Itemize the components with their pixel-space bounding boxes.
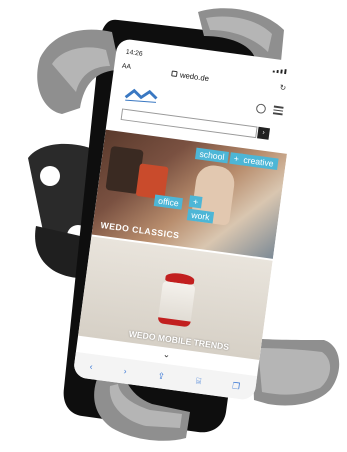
bag-image	[135, 163, 169, 200]
hero-caption: WEDO CLASSICS	[100, 220, 181, 241]
tag-work: work	[186, 208, 215, 224]
tag-creative: creative	[238, 153, 279, 170]
status-time: 14:26	[125, 48, 143, 58]
menu-icon[interactable]	[272, 105, 284, 117]
hero2-caption: WEDO MOBILE TRENDS	[128, 328, 230, 352]
share-icon[interactable]: ⇪	[157, 370, 165, 381]
forward-icon[interactable]: ›	[123, 366, 127, 376]
signal-icon	[272, 68, 287, 75]
search-submit-button[interactable]: ›	[257, 126, 271, 140]
text-size-button[interactable]: AA	[122, 63, 132, 71]
wedo-logo	[124, 88, 158, 103]
tag-office: office	[153, 194, 184, 210]
search-icon[interactable]	[255, 103, 267, 115]
lock-icon	[171, 70, 178, 77]
back-icon[interactable]: ‹	[89, 362, 93, 372]
tag-school: school	[194, 147, 229, 164]
tabs-icon[interactable]: ❐	[232, 380, 241, 392]
url-text: wedo.de	[179, 70, 210, 84]
reload-icon[interactable]: ↻	[279, 83, 287, 92]
bookmarks-icon[interactable]: ⌸	[195, 375, 201, 386]
tag-plus-2: +	[188, 195, 203, 209]
url-field[interactable]: wedo.de	[171, 70, 210, 84]
chevron-down-icon[interactable]: ⌄	[162, 349, 170, 360]
